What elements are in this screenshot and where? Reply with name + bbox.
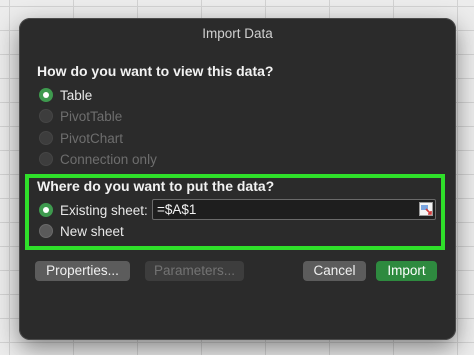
- option-connection-only-label: Connection only: [60, 151, 157, 167]
- option-table[interactable]: Table: [39, 85, 92, 105]
- radio-new-sheet[interactable]: [39, 224, 53, 238]
- dialog-title: Import Data: [202, 26, 273, 41]
- properties-button[interactable]: Properties...: [35, 261, 130, 281]
- cancel-button[interactable]: Cancel: [303, 261, 366, 281]
- view-data-question: How do you want to view this data?: [37, 63, 274, 79]
- option-pivotchart: PivotChart: [39, 128, 123, 148]
- parameters-button: Parameters...: [145, 261, 244, 281]
- radio-existing-sheet[interactable]: [39, 203, 53, 217]
- option-connection-only: Connection only: [39, 149, 157, 169]
- range-selector-icon[interactable]: [419, 202, 433, 216]
- radio-table[interactable]: [39, 88, 53, 102]
- radio-pivotchart: [39, 131, 53, 145]
- existing-sheet-label: Existing sheet:: [60, 202, 148, 218]
- import-data-dialog: Import Data How do you want to view this…: [19, 18, 456, 340]
- destination-question: Where do you want to put the data?: [37, 178, 275, 194]
- radio-pivottable: [39, 109, 53, 123]
- option-pivottable-label: PivotTable: [60, 108, 123, 124]
- cell-reference-input[interactable]: [152, 199, 436, 220]
- option-table-label: Table: [60, 87, 93, 103]
- option-pivottable: PivotTable: [39, 106, 122, 126]
- option-new-sheet[interactable]: New sheet: [39, 221, 124, 241]
- import-button[interactable]: Import: [376, 261, 437, 281]
- option-existing-sheet[interactable]: Existing sheet:: [39, 200, 148, 220]
- option-pivotchart-label: PivotChart: [60, 130, 124, 146]
- new-sheet-label: New sheet: [60, 223, 124, 239]
- radio-connection-only: [39, 152, 53, 166]
